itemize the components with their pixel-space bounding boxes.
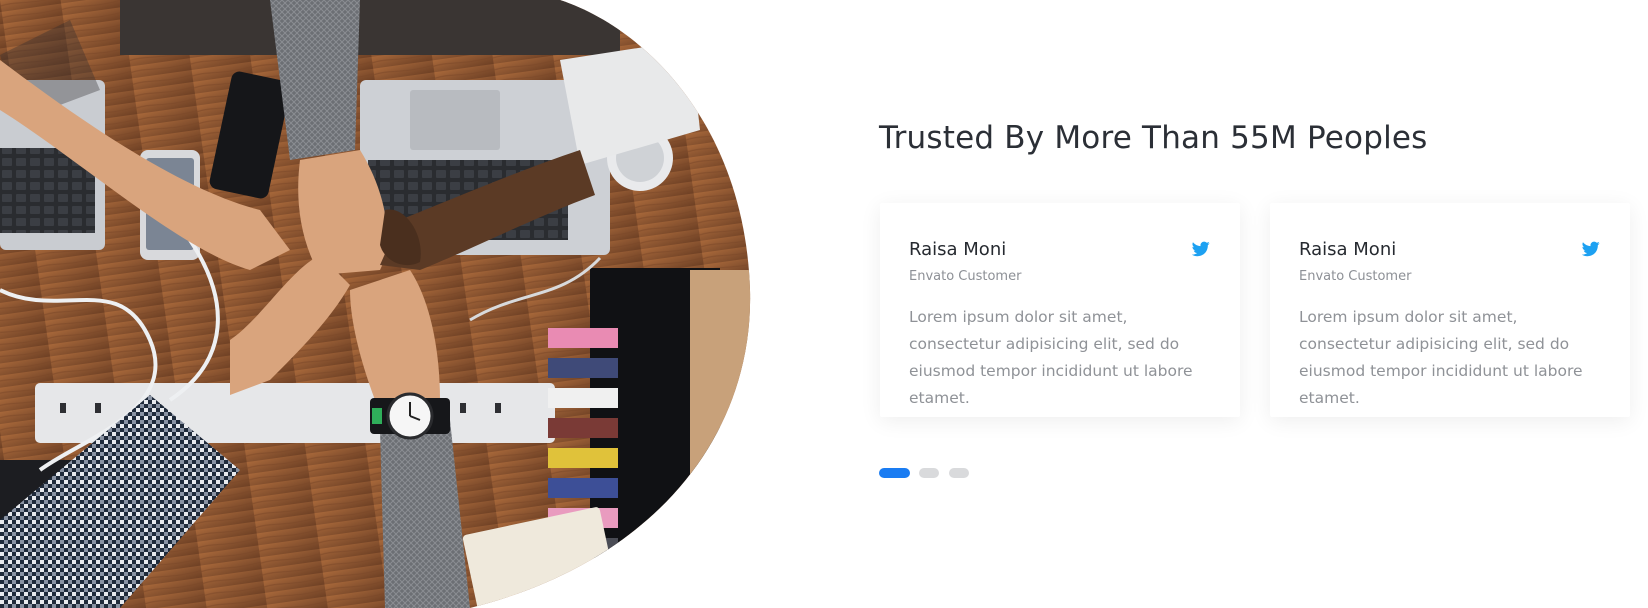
twitter-icon[interactable] (1581, 241, 1600, 257)
hero-image (0, 0, 760, 608)
reviewer-role: Envato Customer (909, 269, 1022, 284)
pagination-dot-3[interactable] (949, 468, 969, 478)
twitter-icon-graphic (1581, 241, 1600, 257)
hero-photo-illustration (0, 0, 751, 608)
pagination-dot-1[interactable] (879, 468, 910, 478)
testimonial-card: Raisa Moni Envato Customer Lorem ipsum d… (1270, 203, 1630, 417)
twitter-icon-graphic (1191, 241, 1210, 257)
reviewer-role: Envato Customer (1299, 269, 1412, 284)
section-heading: Trusted By More Than 55M Peoples (879, 120, 1428, 156)
reviewer-name: Raisa Moni (1299, 239, 1397, 260)
twitter-icon[interactable] (1191, 241, 1210, 257)
testimonial-card: Raisa Moni Envato Customer Lorem ipsum d… (880, 203, 1240, 417)
pagination-dot-2[interactable] (919, 468, 939, 478)
testimonial-quote: Lorem ipsum dolor sit amet, consectetur … (1299, 308, 1583, 407)
testimonial-quote: Lorem ipsum dolor sit amet, consectetur … (909, 308, 1193, 407)
reviewer-name: Raisa Moni (909, 239, 1007, 260)
